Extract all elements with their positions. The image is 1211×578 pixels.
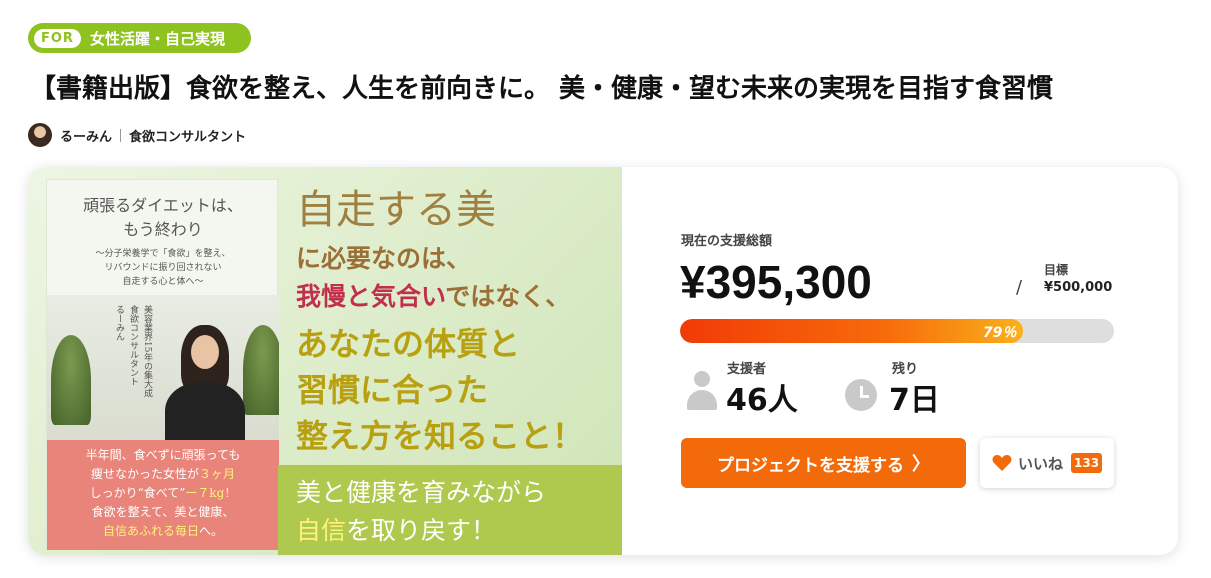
book-red-line4: 食欲を整えて、美と健康、 [91,505,235,519]
book-red-line5: 自信あふれる毎日へ。 [102,524,224,538]
like-button[interactable]: いいね 133 [980,438,1114,488]
owner-separator [120,128,122,142]
project-banner-image[interactable]: 頑張るダイエットは、 もう終わり 〜分子栄養学で「食欲」を整え、 リバウンドに振… [28,167,622,555]
plant-decoration [243,325,279,415]
book-red-panel: 半年間、食べずに頑張っても 痩せなかった女性が３ヶ月 しっかり“食べて”ー７kg… [47,440,279,550]
total-amount: ¥395,300 [680,256,872,308]
book-vertical-text-2: 食欲コンサルタント [128,305,138,386]
book-subtitle-line1: 〜分子栄養学で「食欲」を整え、 [95,249,231,259]
project-title: 【書籍出版】食欲を整え、人生を前向きに。 美・健康・望む未来の実現を目指す食習慣 [30,74,1054,104]
progress-bar: 79％ [680,319,1114,343]
project-owner[interactable]: るーみん 食欲コンサルタント [28,122,246,148]
banner-line3: 我慢と気合いではなく、 [296,282,571,311]
book-title-line2: もう終わり [123,220,203,239]
book-cover-photo [47,295,279,440]
total-label: 現在の支援総額 [681,234,773,249]
banner-line2: に必要なのは、 [296,244,472,273]
banner-band-line2: 自信を取り戻す！ [296,516,497,545]
backers-count: 46人 [726,383,798,418]
banner-band-line1: 美と健康を育みながら [296,478,547,507]
author-photo [165,325,245,440]
book-vertical-text-1: 美容業界15年の集大成 [142,305,152,398]
goal-amount: ¥500,000 [1044,280,1113,295]
book-red-line2: 痩せなかった女性が３ヶ月 [90,467,236,481]
remaining-days: 7日 [889,383,940,418]
banner-green-band: 美と健康を育みながら 自信を取り戻す！ [278,465,622,555]
book-title-line1: 頑張るダイエットは、 [83,196,243,215]
tag-for-label: FOR [34,28,81,48]
plant-decoration [51,335,91,425]
book-subtitle-line3: 自走する心と体へ〜 [122,277,204,287]
banner-line5: 習慣に合った [296,371,489,409]
progress-percent: 79％ [982,325,1017,341]
support-project-button[interactable]: プロジェクトを支援する 〉 [681,438,966,488]
chevron-right-icon: 〉 [912,454,930,475]
heart-icon [992,454,1012,472]
person-icon [686,369,717,411]
book-cover: 頑張るダイエットは、 もう終わり 〜分子栄養学で「食欲」を整え、 リバウンドに振… [46,179,279,550]
progress-fill [680,319,1023,343]
category-tag[interactable]: FOR 女性活躍・自己実現 [28,23,251,53]
banner-headline: 自走する美 [296,187,496,233]
goal-label: 目標 [1044,263,1069,277]
book-subtitle-line2: リバウンドに振り回されない [104,263,222,273]
book-red-line3: しっかり“食べて”ー７kg！ [89,486,237,500]
funding-stats: 現在の支援総額 ¥395,300 / 目標 ¥500,000 79％ 支援者 4… [622,167,1178,555]
like-count-badge: 133 [1071,453,1103,473]
clock-icon [845,379,877,411]
project-card: 頑張るダイエットは、 もう終わり 〜分子栄養学で「食欲」を整え、 リバウンドに振… [28,167,1178,555]
support-button-label: プロジェクトを支援する [717,455,904,476]
owner-name[interactable]: るーみん [60,126,112,145]
book-vertical-text-3: るーみん [114,305,124,341]
owner-role: 食欲コンサルタント [129,129,247,145]
banner-line4: あなたの体質と [296,325,521,363]
like-label: いいね [1018,454,1064,473]
goal-separator: / [1016,277,1023,298]
avatar[interactable] [28,123,52,147]
banner-line6: 整え方を知ること！ [296,417,585,455]
tag-label: 女性活躍・自己実現 [89,29,225,48]
book-red-line1: 半年間、食べずに頑張っても [85,448,241,462]
